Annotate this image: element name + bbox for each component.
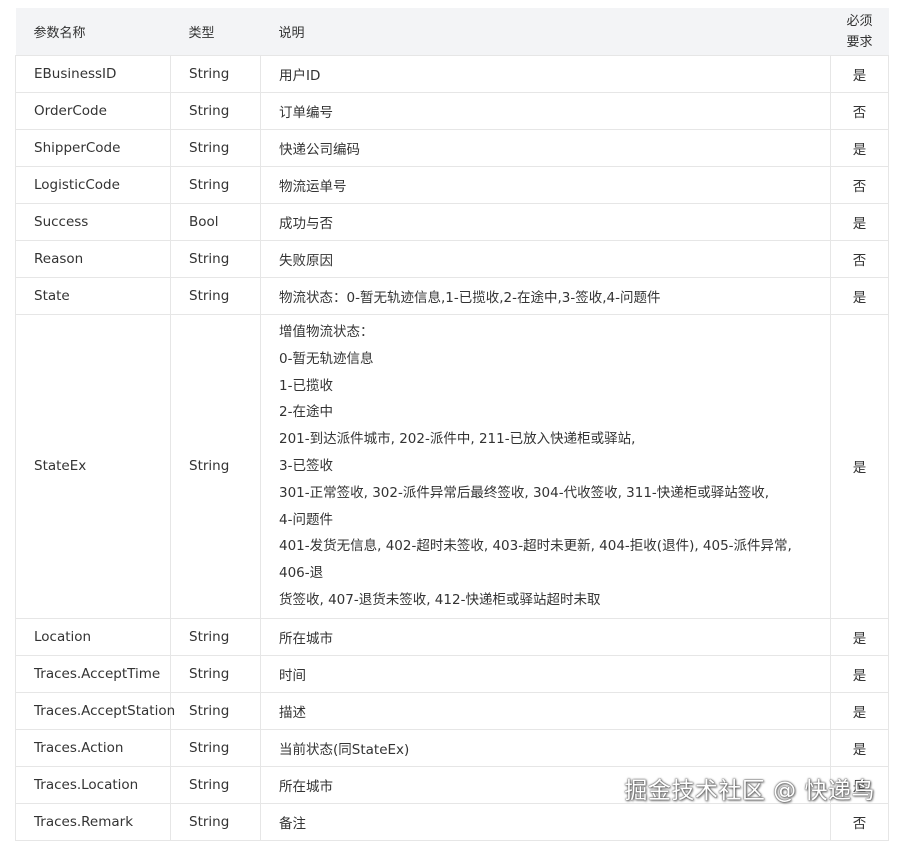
table-row: ShipperCode String 快递公司编码 是	[15, 129, 889, 167]
cell-required: 是	[830, 314, 889, 619]
cell-name: ShipperCode	[15, 129, 171, 167]
table-header-row: 参数名称 类型 说明 必须 要求	[15, 8, 889, 56]
table-row: Reason String 失败原因 否	[15, 240, 889, 278]
cell-name: Traces.AcceptStation	[15, 691, 175, 730]
cell-desc: 订单编号	[260, 92, 831, 130]
table-row: Success Bool 成功与否 是	[15, 203, 889, 241]
cell-required: 是	[830, 654, 889, 693]
table-row: State String 物流状态：0-暂无轨迹信息,1-已揽收,2-在途中,3…	[15, 277, 889, 315]
cell-desc: 时间	[260, 654, 831, 693]
cell-desc: 物流运单号	[260, 166, 831, 204]
header-required: 必须 要求	[830, 8, 889, 56]
cell-required: 否	[830, 166, 889, 204]
table-row: StateEx String 增值物流状态： 0-暂无轨迹信息 1-已揽收 2-…	[15, 314, 889, 619]
cell-required: 是	[830, 55, 889, 93]
header-required-line-1: 必须	[846, 13, 873, 29]
cell-desc: 成功与否	[260, 203, 831, 241]
header-param-name: 参数名称	[15, 8, 171, 56]
cell-type: String	[170, 277, 261, 315]
table-row: Traces.Remark String 备注 否	[15, 802, 889, 841]
cell-type: String	[170, 129, 261, 167]
cell-type: String	[170, 691, 261, 730]
params-table: 参数名称 类型 说明 必须 要求 EBusinessID String 用户ID…	[15, 8, 889, 841]
desc-line: 2-在途中	[279, 404, 333, 421]
cell-type: String	[170, 728, 261, 767]
table-row: LogisticCode String 物流运单号 否	[15, 166, 889, 204]
cell-type: String	[170, 55, 261, 93]
cell-name: Traces.Remark	[15, 802, 171, 841]
cell-desc: 当前状态(同StateEx)	[260, 728, 831, 767]
desc-line: 0-暂无轨迹信息	[279, 350, 374, 367]
cell-required: 是	[830, 617, 889, 656]
cell-name: Success	[15, 203, 171, 241]
cell-required: 否	[830, 802, 889, 841]
cell-name: Location	[15, 617, 171, 656]
cell-name: Traces.AcceptTime	[15, 654, 171, 693]
cell-desc: 失败原因	[260, 240, 831, 278]
cell-required: 是	[830, 129, 889, 167]
cell-type: String	[170, 92, 261, 130]
header-description: 说明	[260, 8, 831, 56]
cell-name: StateEx	[15, 314, 171, 619]
desc-line: 301-正常签收, 302-派件异常后最终签收, 304-代收签收, 311-快…	[279, 484, 770, 501]
table-row: Location String 所在城市 是	[15, 617, 889, 656]
cell-required: 是	[830, 691, 889, 730]
params-table-wrapper: 参数名称 类型 说明 必须 要求 EBusinessID String 用户ID…	[15, 8, 889, 841]
watermark: 掘金技术社区 @ 快递鸟	[624, 778, 875, 804]
cell-type: String	[170, 314, 261, 619]
cell-desc: 所在城市	[260, 617, 831, 656]
cell-type: String	[170, 802, 261, 841]
desc-line: 201-到达派件城市, 202-派件中, 211-已放入快递柜或驿站,	[279, 431, 636, 448]
cell-type: Bool	[170, 203, 261, 241]
cell-desc: 描述	[260, 691, 831, 730]
cell-desc: 物流状态：0-暂无轨迹信息,1-已揽收,2-在途中,3-签收,4-问题件	[260, 277, 831, 315]
cell-desc: 备注	[260, 802, 831, 841]
cell-desc-multiline: 增值物流状态： 0-暂无轨迹信息 1-已揽收 2-在途中 201-到达派件城市,…	[260, 314, 831, 619]
cell-type: String	[170, 765, 261, 804]
header-type: 类型	[170, 8, 261, 56]
cell-type: String	[170, 166, 261, 204]
cell-name: EBusinessID	[15, 55, 171, 93]
cell-type: String	[170, 240, 261, 278]
header-required-line-2: 要求	[846, 34, 873, 50]
table-row: EBusinessID String 用户ID 是	[15, 55, 889, 93]
desc-line: 4-问题件	[279, 511, 333, 528]
cell-required: 否	[830, 240, 889, 278]
cell-name: Reason	[15, 240, 171, 278]
cell-required: 是	[830, 728, 889, 767]
table-row: Traces.AcceptStation String 描述 是	[15, 691, 889, 730]
cell-required: 是	[830, 277, 889, 315]
desc-line: 401-发货无信息, 402-超时未签收, 403-超时未更新, 404-拒收(…	[279, 538, 792, 582]
cell-required: 是	[830, 203, 889, 241]
desc-line: 增值物流状态：	[279, 324, 374, 340]
cell-name: Traces.Action	[15, 728, 171, 767]
table-row: Traces.AcceptTime String 时间 是	[15, 654, 889, 693]
cell-name: Traces.Location	[15, 765, 171, 804]
table-row: OrderCode String 订单编号 否	[15, 92, 889, 130]
cell-desc: 快递公司编码	[260, 129, 831, 167]
desc-line: 1-已揽收	[279, 377, 333, 394]
cell-name: LogisticCode	[15, 166, 171, 204]
cell-name: OrderCode	[15, 92, 171, 130]
cell-desc: 用户ID	[260, 55, 831, 93]
table-row: Traces.Action String 当前状态(同StateEx) 是	[15, 728, 889, 767]
cell-required: 否	[830, 92, 889, 130]
cell-type: String	[170, 654, 261, 693]
cell-name: State	[15, 277, 171, 315]
desc-line: 货签收, 407-退货未签收, 412-快递柜或驿站超时未取	[279, 591, 601, 608]
cell-type: String	[170, 617, 261, 656]
desc-line: 3-已签收	[279, 457, 333, 474]
